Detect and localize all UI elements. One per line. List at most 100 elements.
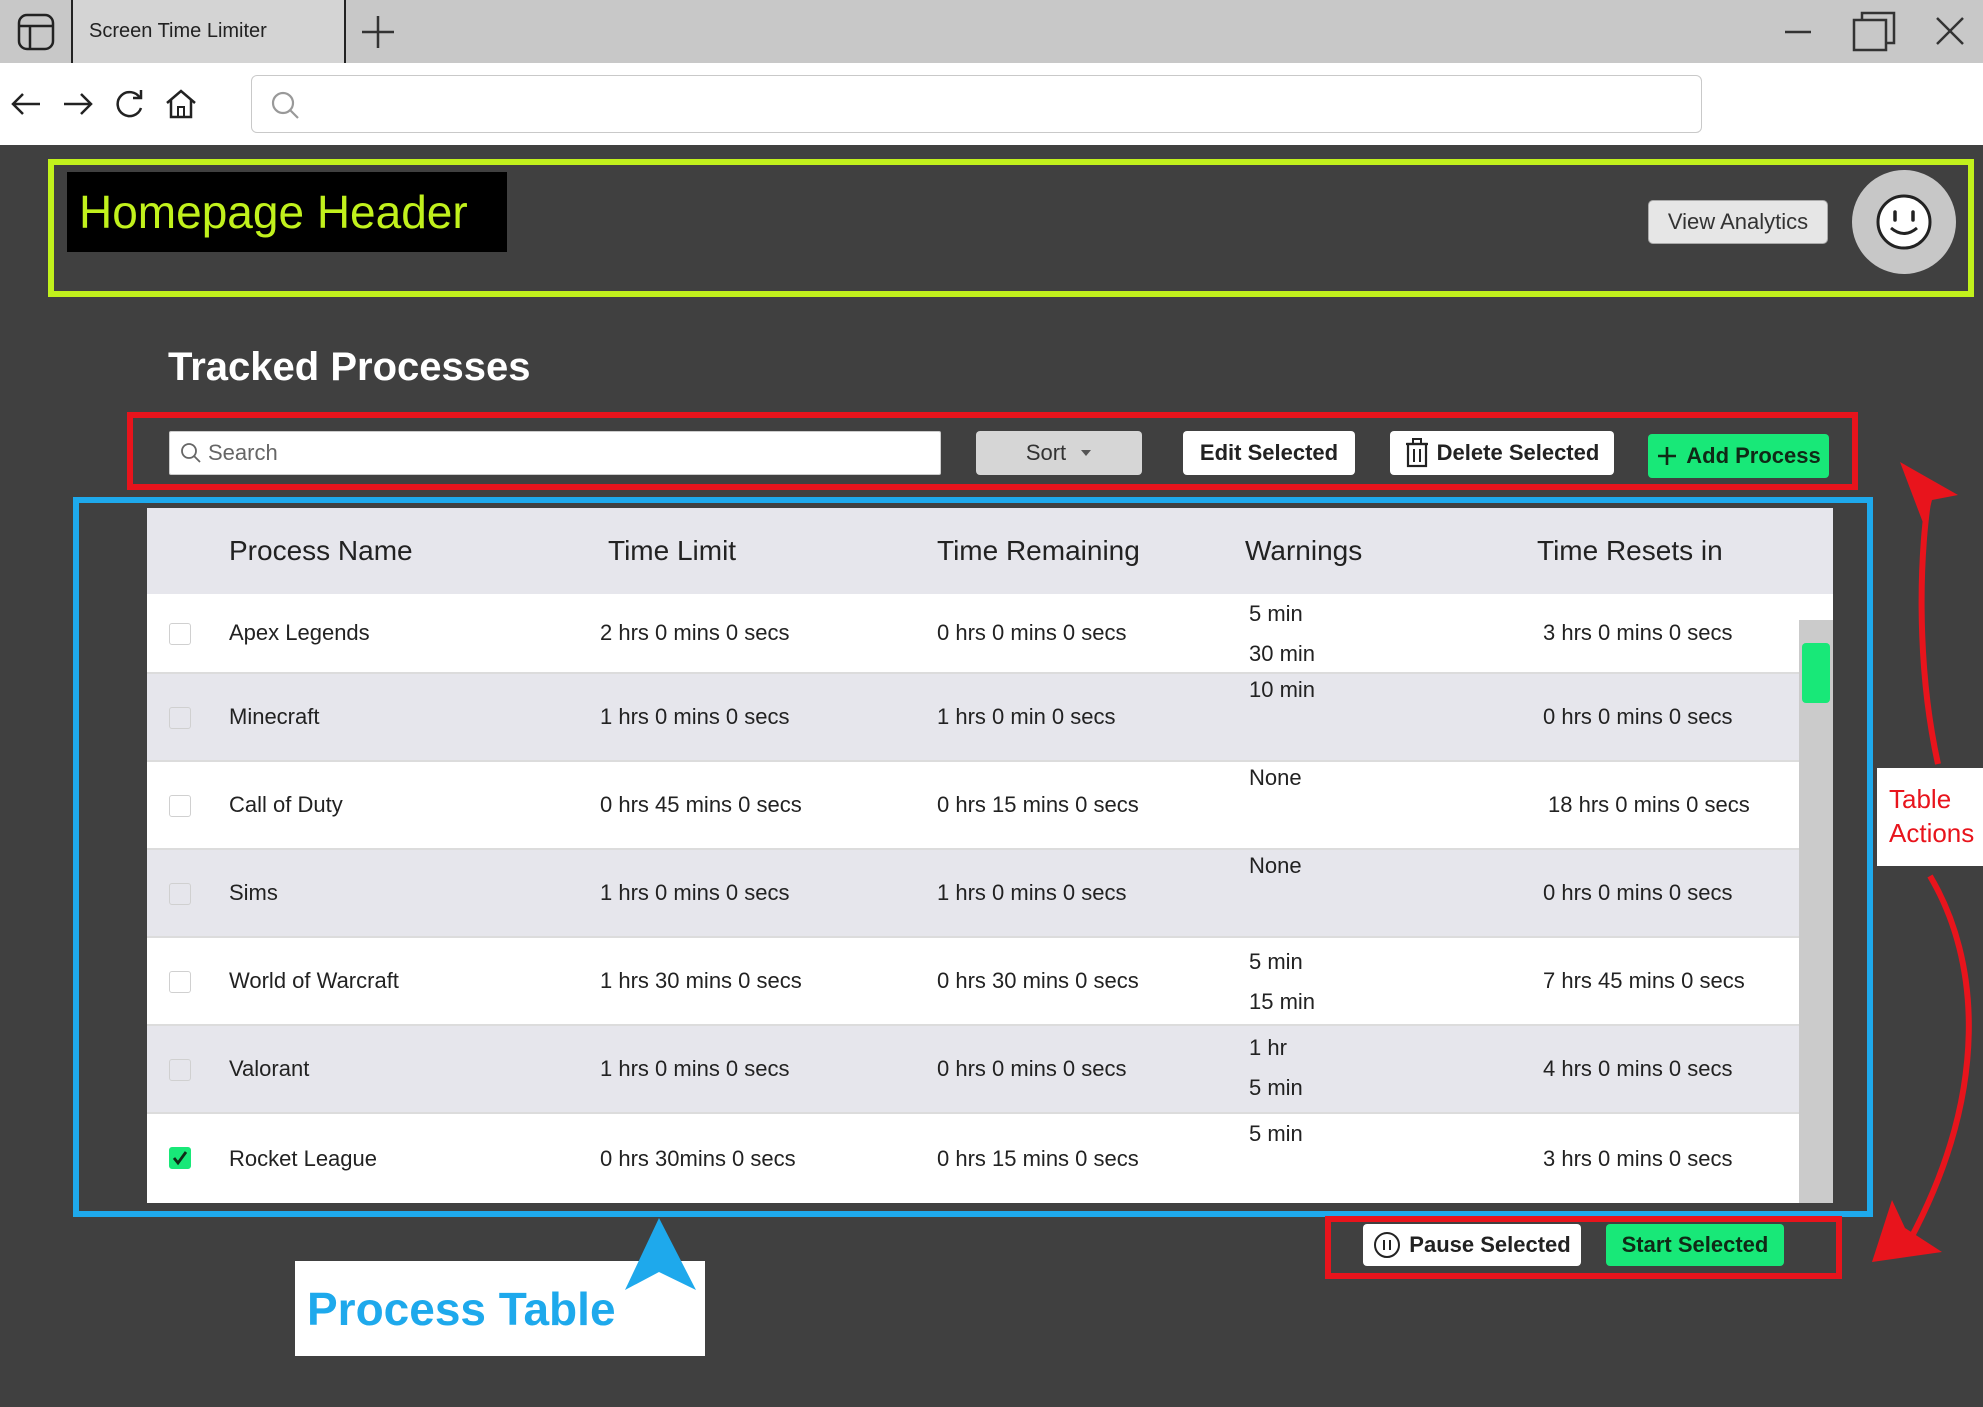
time-remaining: 0 hrs 15 mins 0 secs bbox=[937, 792, 1139, 817]
warning-item: 5 min bbox=[1249, 1121, 1303, 1146]
search-icon bbox=[181, 443, 201, 463]
add-process-button[interactable]: Add Process bbox=[1648, 434, 1829, 478]
table-row[interactable]: Rocket League 0 hrs 30mins 0 secs 0 hrs … bbox=[147, 1114, 1799, 1203]
table-row[interactable]: World of Warcraft 1 hrs 30 mins 0 secs 0… bbox=[147, 938, 1799, 1026]
column-header[interactable]: Warnings bbox=[1245, 508, 1362, 594]
minimize-icon[interactable] bbox=[1775, 10, 1821, 54]
search-input[interactable]: Search bbox=[169, 431, 941, 475]
forward-icon[interactable] bbox=[60, 86, 96, 122]
row-checkbox[interactable] bbox=[169, 795, 191, 817]
view-analytics-button[interactable]: View Analytics bbox=[1648, 200, 1828, 244]
process-table: Process Name Time Limit Time Remaining W… bbox=[147, 508, 1833, 1203]
column-header[interactable]: Process Name bbox=[229, 508, 413, 594]
process-name: Rocket League bbox=[229, 1145, 377, 1171]
time-resets: 0 hrs 0 mins 0 secs bbox=[1543, 880, 1733, 905]
page-title: Tracked Processes bbox=[168, 345, 531, 389]
restore-icon[interactable] bbox=[1850, 10, 1896, 54]
warning-item: None bbox=[1249, 853, 1302, 878]
sort-button[interactable]: Sort bbox=[976, 431, 1142, 475]
edit-selected-button[interactable]: Edit Selected bbox=[1183, 431, 1355, 475]
time-limit: 2 hrs 0 mins 0 secs bbox=[600, 620, 790, 645]
process-name: Valorant bbox=[229, 1056, 310, 1081]
sidebar-toggle-icon[interactable] bbox=[0, 0, 73, 63]
browser-tab[interactable]: Screen Time Limiter bbox=[73, 0, 346, 63]
warnings: 1 hr 5 min bbox=[1249, 1028, 1303, 1108]
table-actions-arrow-down bbox=[1907, 874, 1972, 1242]
trash-icon bbox=[1405, 438, 1428, 468]
pause-selected-button[interactable]: Pause Selected bbox=[1363, 1224, 1581, 1266]
column-header[interactable]: Time Limit bbox=[608, 508, 736, 594]
sort-label: Sort bbox=[1025, 440, 1067, 465]
table-row[interactable]: Valorant 1 hrs 0 mins 0 secs 0 hrs 0 min… bbox=[147, 1026, 1799, 1114]
delete-selected-button[interactable]: Delete Selected bbox=[1390, 431, 1614, 475]
start-selected-button[interactable]: Start Selected bbox=[1606, 1224, 1784, 1266]
row-checkbox[interactable] bbox=[169, 707, 191, 729]
refresh-icon[interactable] bbox=[111, 86, 147, 122]
tab-title: Screen Time Limiter bbox=[89, 20, 267, 42]
plus-icon[interactable] bbox=[358, 12, 398, 52]
search-icon bbox=[271, 91, 299, 119]
avatar[interactable] bbox=[1852, 170, 1956, 274]
smiley-avatar-icon bbox=[1876, 194, 1932, 250]
time-resets: 0 hrs 0 mins 0 secs bbox=[1543, 704, 1733, 729]
row-checkbox[interactable] bbox=[169, 883, 191, 905]
time-remaining: 1 hrs 0 min 0 secs bbox=[937, 704, 1116, 729]
time-resets: 7 hrs 45 mins 0 secs bbox=[1543, 968, 1745, 993]
table-actions-arrow-up bbox=[1918, 489, 1941, 765]
warning-item: 5 min bbox=[1249, 1075, 1303, 1100]
table-header: Process Name Time Limit Time Remaining W… bbox=[147, 508, 1833, 594]
time-resets: 18 hrs 0 mins 0 secs bbox=[1548, 792, 1750, 817]
warnings: 5 min 30 min bbox=[1249, 594, 1315, 674]
row-checkbox[interactable] bbox=[169, 623, 191, 645]
table-row[interactable]: Sims 1 hrs 0 mins 0 secs 1 hrs 0 mins 0 … bbox=[147, 850, 1799, 938]
table-actions-arrowhead-down bbox=[1872, 1200, 1942, 1262]
warning-item: 15 min bbox=[1249, 989, 1316, 1014]
table-scrollbar[interactable] bbox=[1799, 620, 1833, 1203]
table-actions-arrowhead-up bbox=[1900, 462, 1958, 528]
pause-label: Pause Selected bbox=[1409, 1232, 1571, 1257]
warnings: 5 min 15 min bbox=[1249, 942, 1315, 1022]
time-limit: 1 hrs 0 mins 0 secs bbox=[600, 704, 790, 729]
close-icon[interactable] bbox=[1927, 10, 1973, 54]
warning-item: 1 hr bbox=[1249, 1035, 1287, 1060]
time-remaining: 0 hrs 0 mins 0 secs bbox=[937, 1056, 1127, 1081]
process-name: Sims bbox=[229, 880, 278, 905]
row-checkbox[interactable] bbox=[169, 1059, 191, 1081]
process-name: Apex Legends bbox=[229, 620, 370, 645]
warning-item: 10 min bbox=[1249, 677, 1316, 702]
delete-label: Delete Selected bbox=[1436, 440, 1600, 465]
table-row[interactable]: Minecraft 1 hrs 0 mins 0 secs 1 hrs 0 mi… bbox=[147, 674, 1799, 762]
checkmark-icon bbox=[172, 1151, 188, 1166]
process-name: World of Warcraft bbox=[229, 968, 399, 993]
time-resets: 3 hrs 0 mins 0 secs bbox=[1543, 1145, 1733, 1171]
back-icon[interactable] bbox=[8, 86, 44, 122]
warnings: 10 min bbox=[1249, 670, 1315, 710]
time-limit: 0 hrs 45 mins 0 secs bbox=[600, 792, 802, 817]
homepage-header-label: Homepage Header bbox=[67, 172, 507, 252]
url-input[interactable] bbox=[251, 75, 1702, 133]
warning-item: None bbox=[1249, 765, 1302, 790]
time-remaining: 0 hrs 30 mins 0 secs bbox=[937, 968, 1139, 993]
time-limit: 0 hrs 30mins 0 secs bbox=[600, 1145, 796, 1171]
process-name: Call of Duty bbox=[229, 792, 343, 817]
warning-item: 30 min bbox=[1249, 641, 1316, 666]
row-checkbox[interactable] bbox=[169, 1147, 191, 1169]
table-actions-annotation: Table Actions bbox=[1877, 768, 1983, 866]
warning-item: 5 min bbox=[1249, 601, 1303, 626]
time-resets: 4 hrs 0 mins 0 secs bbox=[1543, 1056, 1733, 1081]
warnings: None bbox=[1249, 758, 1302, 798]
time-limit: 1 hrs 0 mins 0 secs bbox=[600, 1056, 790, 1081]
column-header[interactable]: Time Resets in bbox=[1537, 508, 1723, 594]
row-checkbox[interactable] bbox=[169, 971, 191, 993]
table-row[interactable]: Call of Duty 0 hrs 45 mins 0 secs 0 hrs … bbox=[147, 762, 1799, 850]
warning-item: 5 min bbox=[1249, 949, 1303, 974]
process-table-annotation: Process Table bbox=[295, 1261, 705, 1356]
process-name: Minecraft bbox=[229, 704, 320, 729]
column-header[interactable]: Time Remaining bbox=[937, 508, 1140, 594]
time-remaining: 1 hrs 0 mins 0 secs bbox=[937, 880, 1127, 905]
table-row[interactable]: Apex Legends 2 hrs 0 mins 0 secs 0 hrs 0… bbox=[147, 594, 1799, 674]
pause-icon bbox=[1374, 1232, 1401, 1258]
search-placeholder: Search bbox=[208, 440, 278, 465]
table-scrollbar-thumb[interactable] bbox=[1802, 643, 1830, 703]
home-icon[interactable] bbox=[163, 86, 199, 122]
